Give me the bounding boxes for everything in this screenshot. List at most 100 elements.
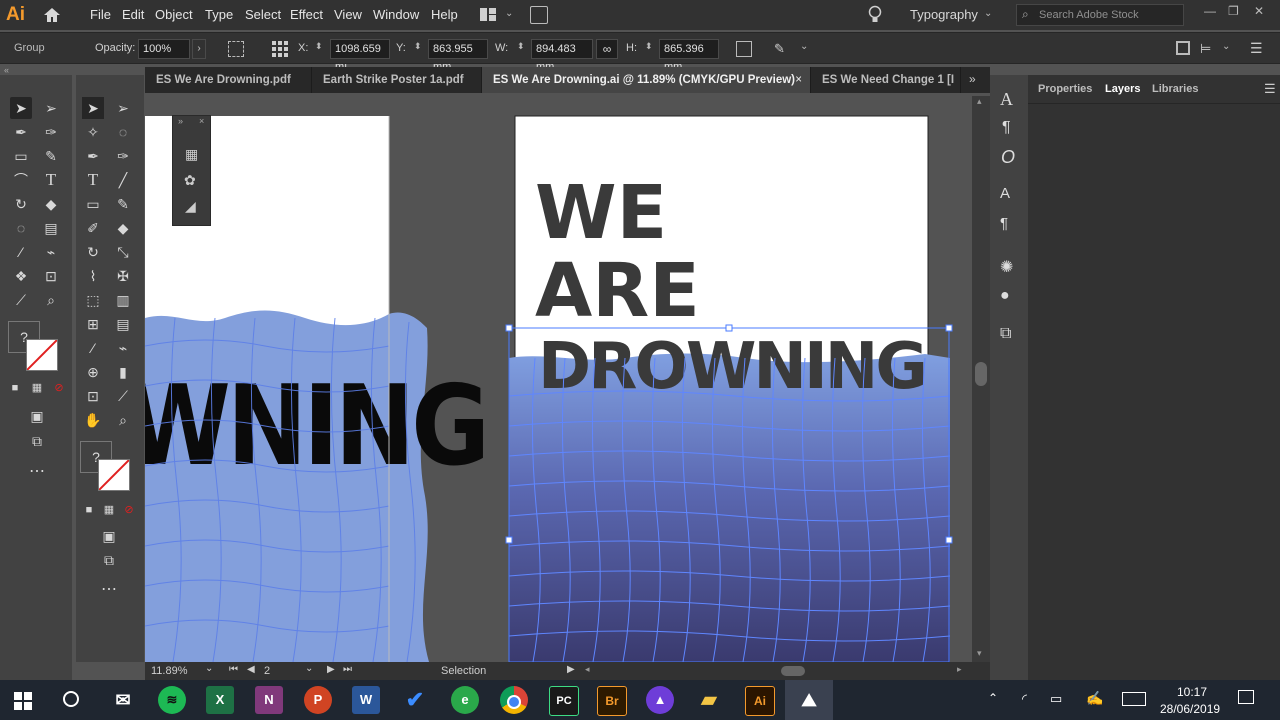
zoom-tool-icon[interactable]: ⌕ <box>40 289 62 311</box>
pen-icon[interactable]: ✍ <box>1086 690 1103 707</box>
horizontal-scrollbar[interactable]: ◂ ▸ <box>585 664 965 678</box>
gradient-mode-icon[interactable]: ▦ <box>26 377 48 399</box>
menu-help[interactable]: Help <box>431 7 458 22</box>
eraser-tool-icon[interactable]: ◆ <box>40 193 62 215</box>
align-icon[interactable] <box>228 41 244 57</box>
close-icon[interactable]: ✕ <box>1254 4 1264 18</box>
w-field[interactable]: 894.483 mm <box>531 39 593 73</box>
direct-selection-tool-icon[interactable]: ➢ <box>40 97 62 119</box>
opacity-field[interactable]: 100% <box>138 39 190 59</box>
artboard-number[interactable]: 2 <box>264 665 270 677</box>
scroll-thumb[interactable] <box>975 362 987 386</box>
scroll-right-icon[interactable]: ▸ <box>957 664 962 675</box>
scroll-up-icon[interactable]: ▴ <box>977 96 982 107</box>
appearance-panel-icon[interactable]: ✺ <box>1000 257 1013 277</box>
shape-builder-tool-icon[interactable]: ❖ <box>10 265 32 287</box>
rotate-tool-icon[interactable]: ↻ <box>82 241 104 263</box>
transform-icon[interactable] <box>736 41 752 57</box>
tab-earth-strike-poster[interactable]: Earth Strike Poster 1a.pdf <box>312 67 482 93</box>
eraser-tool-icon[interactable]: ◆ <box>112 217 134 239</box>
word-app-icon[interactable]: W <box>352 686 380 714</box>
fill-stroke-swatch[interactable]: ? <box>80 441 132 493</box>
curvature-tool-icon[interactable]: ✑ <box>112 145 134 167</box>
last-artboard-icon[interactable]: ⏭ <box>343 664 352 675</box>
clock-date[interactable]: 28/06/2019 <box>1160 702 1220 716</box>
onenote-app-icon[interactable]: N <box>255 686 283 714</box>
distribute-icon[interactable]: ⊨ <box>1200 41 1211 57</box>
chevron-down-icon[interactable]: ⌄ <box>1222 41 1230 52</box>
edge-dev-app-icon[interactable]: e <box>451 686 479 714</box>
previous-artboard-icon[interactable]: ◀ <box>247 664 255 675</box>
pycharm-app-icon[interactable]: PC <box>549 686 579 716</box>
chevron-down-icon[interactable]: ⌄ <box>800 41 808 52</box>
status-menu-icon[interactable]: ▶ <box>567 664 575 675</box>
fill-stroke-swatch[interactable]: ? <box>8 321 60 373</box>
file-explorer-app-icon[interactable]: ▰ <box>695 686 723 714</box>
spotify-app-icon[interactable]: ≋ <box>158 686 186 714</box>
menu-object[interactable]: Object <box>155 7 193 22</box>
tab-es-we-need-change[interactable]: ES We Need Change 1 [I <box>811 67 961 93</box>
excel-app-icon[interactable]: X <box>206 686 234 714</box>
paintbrush-tool-icon[interactable]: ✎ <box>40 145 62 167</box>
hand-tool-icon[interactable]: ✋ <box>82 409 104 431</box>
none-mode-icon[interactable]: ⊘ <box>118 499 140 521</box>
perspective-grid-tool-icon[interactable]: ▥ <box>112 289 134 311</box>
mail-app-icon[interactable]: ✉ <box>109 686 137 714</box>
paragraph-styles-icon[interactable]: ¶ <box>1000 215 1008 232</box>
none-mode-icon[interactable]: ⊘ <box>48 377 70 399</box>
artboard-tool-icon[interactable]: ⊡ <box>82 385 104 407</box>
mesh-tool-icon[interactable]: ⊞ <box>82 313 104 335</box>
rectangle-tool-icon[interactable]: ▭ <box>82 193 104 215</box>
chevron-down-icon[interactable]: ⌄ <box>205 663 213 674</box>
paintbrush-tool-icon[interactable]: ✎ <box>112 193 134 215</box>
eyedropper-tool-icon[interactable]: ⁄ <box>10 241 32 263</box>
gradient-tool-icon[interactable]: ▤ <box>112 313 134 335</box>
lightbulb-icon[interactable] <box>868 5 882 25</box>
character-styles-icon[interactable]: A <box>1000 185 1010 202</box>
tab-layers[interactable]: Layers <box>1105 83 1140 95</box>
menu-edit[interactable]: Edit <box>122 7 144 22</box>
shaper-tool-icon[interactable]: ✐ <box>82 217 104 239</box>
scroll-down-icon[interactable]: ▾ <box>977 648 982 659</box>
cortana-search-icon[interactable] <box>63 691 79 707</box>
collapse-arrows-icon[interactable]: « <box>4 65 9 75</box>
menu-view[interactable]: View <box>334 7 362 22</box>
chevron-down-icon[interactable]: ⌄ <box>505 8 513 19</box>
constrain-proportions-icon[interactable]: ∞ <box>596 39 618 59</box>
magic-wand-tool-icon[interactable]: ✧ <box>82 121 104 143</box>
panel-menu-icon[interactable]: ☰ <box>1264 81 1276 97</box>
menu-window[interactable]: Window <box>373 7 419 22</box>
stepper-icon[interactable]: ⬍ <box>645 41 653 52</box>
more-tabs-icon[interactable]: » <box>969 72 976 86</box>
first-artboard-icon[interactable]: ⏮ <box>229 664 238 675</box>
workspace-switcher[interactable]: Typography <box>910 7 978 22</box>
blend-tool-icon[interactable]: ⌁ <box>40 241 62 263</box>
pen-tool-icon[interactable]: ✒ <box>10 121 32 143</box>
more-tools-icon[interactable]: ⋯ <box>26 461 48 483</box>
free-transform-tool-icon[interactable]: ⬚ <box>82 289 104 311</box>
blend-tool-icon[interactable]: ⌁ <box>112 337 134 359</box>
slice-tool-icon[interactable]: ⟋ <box>112 385 134 407</box>
tab-es-we-are-drowning-pdf[interactable]: ES We Are Drowning.pdf <box>145 67 312 93</box>
draw-mode-icon[interactable]: ▣ <box>98 525 120 547</box>
tab-es-we-are-drowning-ai[interactable]: ES We Are Drowning.ai @ 11.89% (CMYK/GPU… <box>482 67 811 93</box>
chrome-app-icon[interactable] <box>500 686 528 714</box>
column-graph-tool-icon[interactable]: ▮ <box>112 361 134 383</box>
menu-select[interactable]: Select <box>245 7 281 22</box>
arc-tool-icon[interactable]: ⌒ <box>10 169 32 191</box>
type-tool-icon[interactable]: T <box>82 169 104 191</box>
opentype-panel-icon[interactable]: O <box>1001 147 1015 168</box>
tray-chevron-icon[interactable]: ⌃ <box>988 691 998 705</box>
vertical-scrollbar[interactable]: ▴ ▾ <box>972 96 990 662</box>
scroll-left-icon[interactable]: ◂ <box>585 664 590 675</box>
chevron-down-icon[interactable]: ⌄ <box>305 663 313 674</box>
eyedropper-tool-icon[interactable]: ⁄ <box>82 337 104 359</box>
selection-tool-icon[interactable]: ➤ <box>82 97 104 119</box>
h-field[interactable]: 865.396 mm <box>659 39 719 73</box>
todo-app-icon[interactable]: ✔ <box>401 686 429 714</box>
menu-type[interactable]: Type <box>205 7 233 22</box>
close-panel-icon[interactable]: × <box>199 116 204 126</box>
gradient-mode-icon[interactable]: ▦ <box>98 499 120 521</box>
draw-mode-icon[interactable]: ▣ <box>26 405 48 427</box>
zoom-level[interactable]: 11.89% <box>151 665 188 677</box>
